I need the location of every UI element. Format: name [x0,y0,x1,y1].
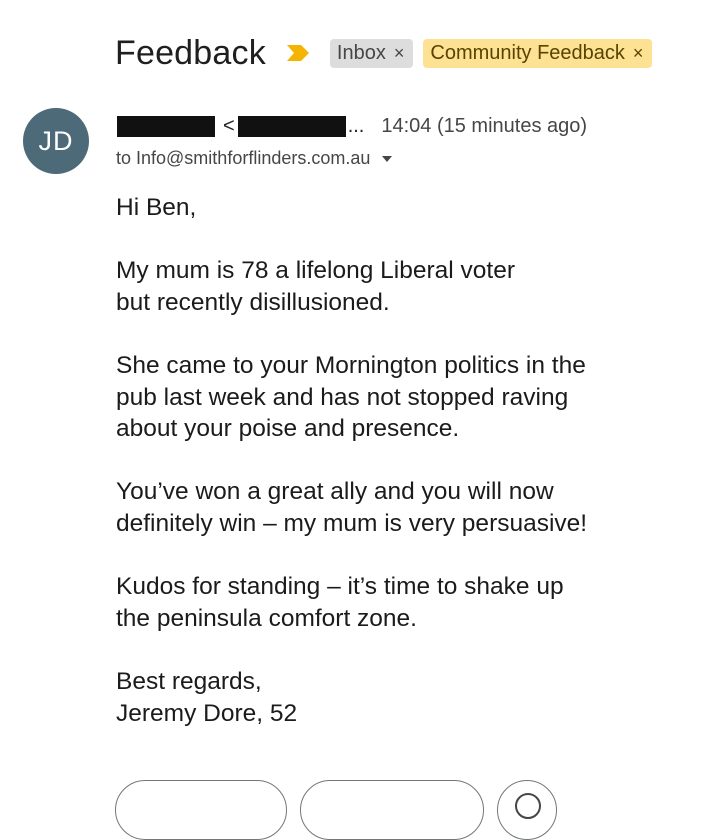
email-timestamp: 14:04 (15 minutes ago) [381,114,588,137]
body-line: but recently disillusioned. [116,288,390,316]
subject-header: Feedback Inbox × Community Feedback × [115,30,662,76]
body-paragraph: You’ve won a great ally and you will now… [116,476,706,539]
email-subject: Feedback [115,34,266,72]
reply-button[interactable] [115,780,287,840]
body-line: definitely win – my mum is very persuasi… [116,509,588,537]
body-line: Best regards, [116,667,262,695]
redacted-sender-name [117,115,215,137]
body-signoff: Best regards, Jeremy Dore, 52 [116,666,706,729]
email-body: Hi Ben, My mum is 78 a lifelong Liberal … [116,192,706,761]
body-line: about your poise and presence. [116,415,460,443]
email-bracket: < [223,114,235,137]
truncation-ellipsis: ... [347,114,365,137]
body-line: You’ve won a great ally and you will now [116,478,554,506]
body-line: My mum is 78 a lifelong Liberal voter [116,257,515,285]
label-name: Community Feedback [430,41,625,64]
body-line: the peninsula comfort zone. [116,604,417,632]
importance-marker-icon[interactable] [286,44,310,62]
body-line: Kudos for standing – it’s time to shake … [116,573,564,601]
recipient-text: to Info@smithforflinders.com.au [116,147,371,168]
label-chip-community-feedback: Community Feedback × [423,38,653,68]
remove-label-inbox-button[interactable]: × [394,39,405,68]
recipient-details[interactable]: to Info@smithforflinders.com.au [116,145,393,171]
body-greeting: Hi Ben, [116,192,706,224]
body-paragraph: She came to your Mornington politics in … [116,350,706,445]
body-line: pub last week and has not stopped raving [116,383,569,411]
body-line: She came to your Mornington politics in … [116,351,586,379]
label-name: Inbox [336,41,386,64]
body-line: Jeremy Dore, 52 [116,699,298,727]
sender-avatar[interactable]: JD [23,108,89,174]
body-paragraph: Kudos for standing – it’s time to shake … [116,571,706,634]
body-line: Hi Ben, [116,194,197,221]
label-chip-inbox: Inbox × [329,38,414,68]
body-paragraph: My mum is 78 a lifelong Liberal voter bu… [116,255,706,318]
emoji-react-button[interactable] [497,780,557,840]
sender-info: < ... 14:04 (15 minutes ago) [117,112,587,140]
chevron-down-icon[interactable] [382,156,393,162]
forward-button[interactable] [300,780,484,840]
emoji-icon [515,793,541,819]
redacted-sender-email [237,115,346,137]
remove-label-community-feedback-button[interactable]: × [633,39,644,68]
